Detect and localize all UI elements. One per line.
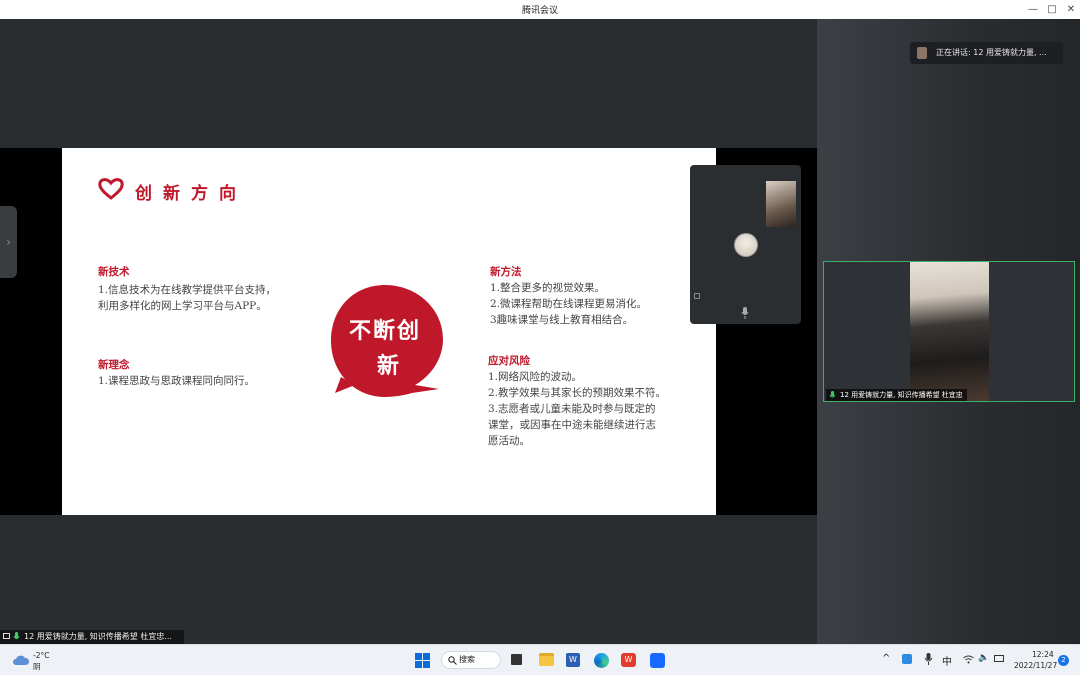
- task-view-icon[interactable]: [511, 654, 522, 665]
- chevron-up-icon[interactable]: ^: [882, 653, 890, 664]
- mini-video-thumbnail[interactable]: [766, 181, 796, 227]
- section-line: 1.信息技术为在线教学提供平台支持，: [98, 284, 277, 296]
- section-new-technology: 新技术 1.信息技术为在线教学提供平台支持， 利用多样化的网上学习平台与APP。: [98, 264, 318, 314]
- section-line: 利用多样化的网上学习平台与APP。: [98, 300, 267, 312]
- file-explorer-icon[interactable]: [539, 653, 554, 666]
- slide-heading: 创新方向: [135, 184, 247, 204]
- section-line: 3趣味课堂与线上教育相结合。: [490, 314, 634, 326]
- section-title: 新技术: [98, 266, 130, 278]
- panel-menu-icon[interactable]: [694, 293, 700, 299]
- close-button[interactable]: ✕: [1061, 1, 1080, 18]
- presentation-slide: 创新方向 新技术 1.信息技术为在线教学提供平台支持， 利用多样化的网上学习平台…: [62, 148, 716, 515]
- clock-time[interactable]: 12:24: [1032, 650, 1054, 659]
- participant-video-tile[interactable]: 12 用爱铸就力量, 知识传播希望 杜宜忠: [823, 261, 1075, 402]
- taskbar-search-box[interactable]: 搜索: [441, 651, 501, 669]
- section-line: 课堂，或因事在中途未能继续进行志: [488, 419, 656, 431]
- speaker-icon[interactable]: 🔈: [978, 653, 989, 663]
- minimize-button[interactable]: —: [1023, 1, 1043, 18]
- floating-participant-panel[interactable]: [690, 165, 801, 324]
- tray-app-icon[interactable]: [902, 654, 912, 664]
- input-method-indicator[interactable]: 中: [942, 653, 952, 668]
- center-text-line1: 不断创: [349, 318, 422, 344]
- active-speaker-label: 12 用爱铸就力量, 知识传播希望 杜宜忠...: [0, 630, 184, 644]
- weather-temp[interactable]: -2°C: [33, 651, 49, 660]
- notification-badge[interactable]: 2: [1058, 655, 1069, 666]
- center-text-line2: 新: [377, 353, 400, 379]
- edge-browser-icon[interactable]: [594, 653, 609, 668]
- video-name-label: 12 用爱铸就力量, 知识传播希望 杜宜忠: [826, 389, 967, 401]
- microphone-active-icon: [829, 391, 836, 398]
- battery-icon[interactable]: [994, 655, 1004, 662]
- section-line: 2.微课程帮助在线课程更易消化。: [490, 298, 648, 310]
- clock-date[interactable]: 2022/11/27: [1014, 661, 1057, 670]
- maximize-button[interactable]: □: [1042, 1, 1062, 18]
- cloud-icon[interactable]: [12, 654, 30, 666]
- avatar: [734, 233, 758, 257]
- section-new-method: 新方法 1.整合更多的视觉效果。 2.微课程帮助在线课程更易消化。 3趣味课堂与…: [490, 264, 710, 328]
- expand-sidebar-button[interactable]: ›: [0, 206, 17, 278]
- section-line: 3.志愿者或儿童未能及时参与既定的: [488, 403, 656, 415]
- section-title: 新理念: [98, 359, 130, 371]
- video-feed: [910, 262, 989, 401]
- search-icon: [448, 656, 457, 665]
- section-line: 1.整合更多的视觉效果。: [490, 282, 606, 294]
- windows-start-icon[interactable]: [415, 653, 430, 668]
- section-title: 应对风险: [488, 355, 530, 367]
- windows-taskbar: -2°C 阴 搜索 W W ^ 中 🔈 12:24 2022/11/27 2: [0, 644, 1080, 675]
- tencent-meeting-icon[interactable]: [650, 653, 665, 668]
- microphone-active-icon: [13, 632, 20, 639]
- section-line: 2.教学效果与其家长的预期效果不符。: [488, 387, 667, 399]
- title-bar: 腾讯会议 — □ ✕: [0, 0, 1080, 19]
- wps-icon[interactable]: W: [621, 653, 636, 667]
- section-line: 1.网络风险的波动。: [488, 371, 583, 383]
- window-title: 腾讯会议: [521, 6, 558, 16]
- section-line: 愿活动。: [488, 435, 530, 447]
- speaker-avatar-icon: [917, 47, 927, 59]
- word-icon[interactable]: W: [566, 653, 580, 667]
- section-risk-response: 应对风险 1.网络风险的波动。 2.教学效果与其家长的预期效果不符。 3.志愿者…: [488, 353, 713, 449]
- chevron-right-icon: ›: [6, 235, 11, 249]
- section-new-concept: 新理念 1.课程思政与思政课程同向同行。: [98, 357, 318, 389]
- heart-icon: [98, 178, 124, 200]
- microphone-icon[interactable]: [924, 653, 933, 666]
- speaking-text: 正在讲话: 12 用爱铸就力量, ...: [936, 48, 1047, 57]
- wifi-icon[interactable]: [963, 655, 974, 664]
- speaking-indicator: 正在讲话: 12 用爱铸就力量, ...: [910, 42, 1063, 64]
- screen-share-icon: [3, 633, 10, 639]
- microphone-icon[interactable]: [741, 307, 749, 319]
- section-line: 1.课程思政与思政课程同向同行。: [98, 375, 256, 387]
- section-title: 新方法: [490, 266, 522, 278]
- weather-desc[interactable]: 阴: [33, 661, 41, 672]
